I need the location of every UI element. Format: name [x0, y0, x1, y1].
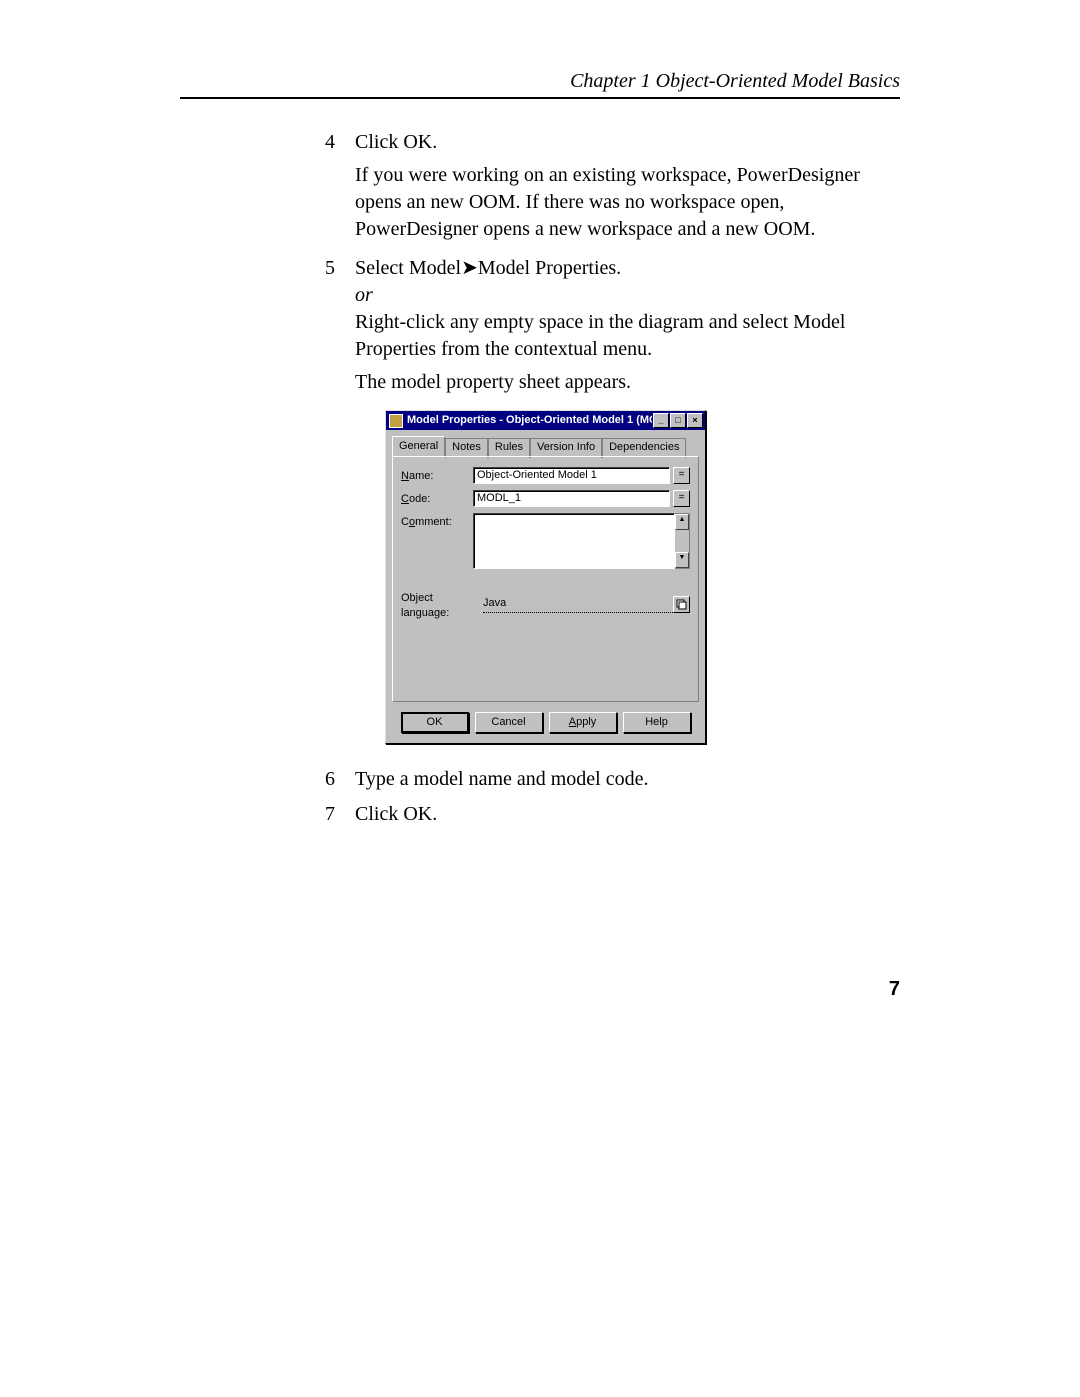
comment-label: Comment: [401, 513, 473, 530]
tab-panel-general: Name: = Code: = Comment: [392, 456, 699, 702]
tab-strip: General Notes Rules Version Info Depende… [386, 430, 705, 456]
name-label: Name: [401, 467, 473, 484]
step-4-detail: If you were working on an existing works… [355, 162, 900, 243]
step-text: Click OK. [355, 801, 900, 828]
chapter-title: Chapter 1 Object-Oriented Model Basics [570, 70, 900, 92]
name-row: Name: = [401, 467, 690, 484]
scroll-down-icon[interactable]: ▼ [675, 552, 689, 568]
model-properties-dialog: Model Properties - Object-Oriented Model… [385, 410, 706, 744]
object-language-value: Java [483, 596, 673, 613]
step-6: 6 Type a model name and model code. [325, 766, 900, 793]
step-4: 4 Click OK. If you were working on an ex… [325, 129, 900, 243]
step-5: 5 Select Model➤Model Properties. or Righ… [325, 255, 900, 758]
or-text: or [355, 282, 900, 309]
code-row: Code: = [401, 490, 690, 507]
code-lock-button[interactable]: = [673, 490, 690, 507]
object-language-label: Object language: [401, 589, 483, 621]
arrow-icon: ➤ [461, 257, 478, 279]
step-7: 7 Click OK. [325, 801, 900, 828]
step-number: 6 [325, 766, 355, 793]
maximize-button[interactable]: □ [670, 413, 686, 428]
name-input[interactable] [473, 467, 670, 484]
scroll-up-icon[interactable]: ▲ [675, 514, 689, 530]
object-language-properties-button[interactable] [673, 596, 690, 613]
step-5-alt: Right-click any empty space in the diagr… [355, 309, 900, 363]
code-input[interactable] [473, 490, 670, 507]
apply-button[interactable]: Apply [549, 712, 617, 733]
close-button[interactable]: × [687, 413, 703, 428]
content: 4 Click OK. If you were working on an ex… [325, 129, 900, 828]
object-language-row: Object language: Java [401, 589, 690, 621]
step-5-text-a: Select Model [355, 257, 461, 279]
comment-row: Comment: ▲ ▼ [401, 513, 690, 569]
comment-textarea[interactable] [473, 513, 675, 569]
tab-general[interactable]: General [392, 436, 445, 456]
name-lock-button[interactable]: = [673, 467, 690, 484]
app-icon [389, 414, 403, 428]
step-text: Type a model name and model code. [355, 766, 900, 793]
object-language-text: Java [483, 596, 506, 611]
step-number: 5 [325, 255, 355, 758]
code-label: Code: [401, 490, 473, 507]
step-5-result: The model property sheet appears. [355, 369, 900, 396]
page-number: 7 [889, 978, 900, 1001]
step-5-text-b: Model Properties. [478, 257, 621, 279]
titlebar[interactable]: Model Properties - Object-Oriented Model… [386, 411, 705, 430]
comment-scrollbar[interactable]: ▲ ▼ [675, 513, 690, 569]
step-text: Click OK. [355, 131, 437, 153]
cancel-button[interactable]: Cancel [475, 712, 543, 733]
step-number: 7 [325, 801, 355, 828]
dialog-title: Model Properties - Object-Oriented Model… [407, 413, 652, 428]
step-number: 4 [325, 129, 355, 243]
properties-icon [676, 599, 687, 610]
dialog-button-row: OK Cancel Apply Help [386, 702, 705, 743]
page: Chapter 1 Object-Oriented Model Basics 4… [0, 0, 1080, 1397]
ok-button[interactable]: OK [401, 712, 469, 733]
help-button[interactable]: Help [623, 712, 691, 733]
minimize-button[interactable]: _ [653, 413, 669, 428]
page-header: Chapter 1 Object-Oriented Model Basics [180, 70, 900, 99]
